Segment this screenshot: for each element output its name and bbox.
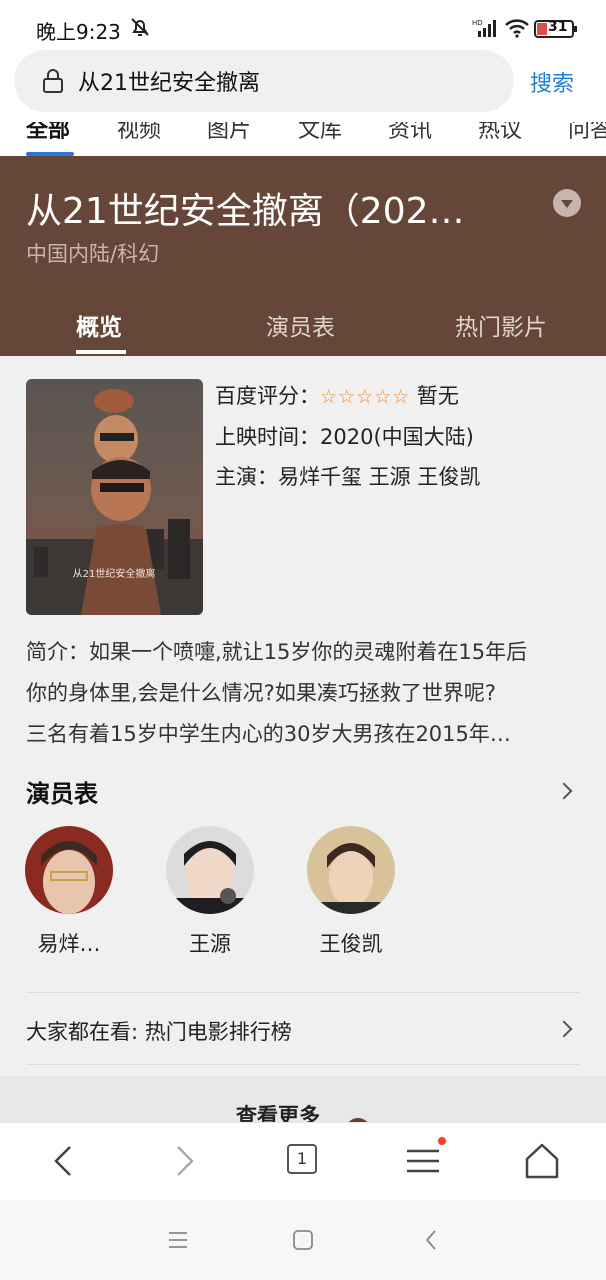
system-nav-bar <box>0 1200 606 1280</box>
home-icon[interactable] <box>522 1141 562 1181</box>
back-nav-icon[interactable] <box>420 1228 444 1252</box>
description-line: 你的身体里,会是什么情况?如果凑巧拯救了世界呢? <box>26 681 496 705</box>
search-button[interactable]: 搜索 <box>530 66 574 98</box>
expand-icon[interactable] <box>553 189 581 217</box>
lock-icon <box>43 69 63 93</box>
poster-art: 从21世纪安全撤离 <box>26 379 203 615</box>
star-rating-icon: ☆☆☆☆☆ <box>320 386 411 408</box>
recent-apps-icon[interactable] <box>166 1228 190 1252</box>
movie-title: 从21世纪安全撤离（202… <box>26 191 465 232</box>
avatar <box>25 826 113 914</box>
divider <box>26 992 580 993</box>
description-line: 简介：如果一个喷嚏,就让15岁你的灵魂附着在15年后 <box>26 640 528 664</box>
rating-label: 百度评分： <box>215 384 320 408</box>
actor-card[interactable]: 王源 <box>165 826 255 958</box>
cast-summary[interactable]: 主演：易烊千玺 王源 王俊凯 <box>215 461 480 491</box>
home-nav-icon[interactable] <box>291 1228 315 1252</box>
actor-card[interactable]: 易烊… <box>24 826 114 958</box>
category-tabs: 全部 视频 图片 文库 资讯 热议 问答 <box>0 122 606 156</box>
notification-dot <box>438 1137 446 1145</box>
description-line: 三名有着15岁中学生内心的30岁大男孩在2015年… <box>26 722 511 746</box>
tabs-button[interactable]: 1 <box>287 1144 317 1174</box>
mute-icon <box>131 18 149 36</box>
actor-name: 王俊凯 <box>319 932 383 956</box>
poster-title: 从21世纪安全撤离 <box>73 567 156 580</box>
actor-name: 王源 <box>189 932 231 956</box>
tab-all[interactable]: 全部 <box>26 122 70 144</box>
wifi-icon <box>505 19 529 38</box>
battery-level: 31 <box>548 19 568 35</box>
movie-poster[interactable]: 从21世纪安全撤离 <box>26 379 203 615</box>
hot-ranking-link[interactable]: 大家都在看: 热门电影排行榜 <box>26 1016 292 1046</box>
avatar <box>166 826 254 914</box>
divider <box>26 1064 580 1065</box>
see-more-bar[interactable]: 查看更多 <box>0 1076 606 1128</box>
search-query: 从21世纪安全撤离 <box>78 71 260 96</box>
movie-info: 从21世纪安全撤离 百度评分：☆☆☆☆☆ 暂无 上映时间：2020(中国大陆) … <box>0 356 606 1144</box>
status-time: 晚上9:23 <box>36 20 121 44</box>
cast-section-title[interactable]: 演员表 <box>26 774 98 809</box>
tab-images[interactable]: 图片 <box>207 122 251 144</box>
rating-row: 百度评分：☆☆☆☆☆ 暂无 <box>215 380 459 410</box>
avatar <box>307 826 395 914</box>
tab-cast[interactable]: 演员表 <box>266 308 335 342</box>
search-bar: 从21世纪安全撤离 搜索 <box>0 50 606 122</box>
tab-hot-movies[interactable]: 热门影片 <box>455 308 547 342</box>
menu-icon[interactable] <box>403 1141 443 1181</box>
back-icon[interactable] <box>44 1141 84 1181</box>
release-date: 上映时间：2020(中国大陆) <box>215 425 474 449</box>
tab-video[interactable]: 视频 <box>117 122 161 144</box>
chevron-right-icon[interactable] <box>555 782 573 800</box>
tab-discussion[interactable]: 热议 <box>478 122 522 144</box>
chevron-right-icon[interactable] <box>555 1020 573 1038</box>
tab-overview[interactable]: 概览 <box>76 308 122 342</box>
actor-name: 易烊… <box>37 932 101 956</box>
actor-card[interactable]: 王俊凯 <box>306 826 396 958</box>
tab-library[interactable]: 文库 <box>298 122 342 144</box>
forward-icon[interactable] <box>164 1141 204 1181</box>
movie-header: 从21世纪安全撤离（202… 中国内陆/科幻 概览 演员表 热门影片 <box>0 156 606 356</box>
tab-news[interactable]: 资讯 <box>388 122 432 144</box>
svg-text:HD: HD <box>472 19 483 27</box>
movie-genre: 中国内陆/科幻 <box>26 242 160 266</box>
browser-toolbar: 1 <box>0 1122 606 1200</box>
rating-value: 暂无 <box>416 384 459 408</box>
signal-icon: HD <box>472 19 496 37</box>
status-bar: 晚上9:23 HD 31 <box>0 0 606 56</box>
movie-description[interactable]: 简介：如果一个喷嚏,就让15岁你的灵魂附着在15年后 你的身体里,会是什么情况?… <box>26 632 582 755</box>
sub-tab-indicator <box>76 350 126 354</box>
search-input[interactable]: 从21世纪安全撤离 <box>14 50 514 112</box>
tab-qa[interactable]: 问答 <box>568 122 606 144</box>
